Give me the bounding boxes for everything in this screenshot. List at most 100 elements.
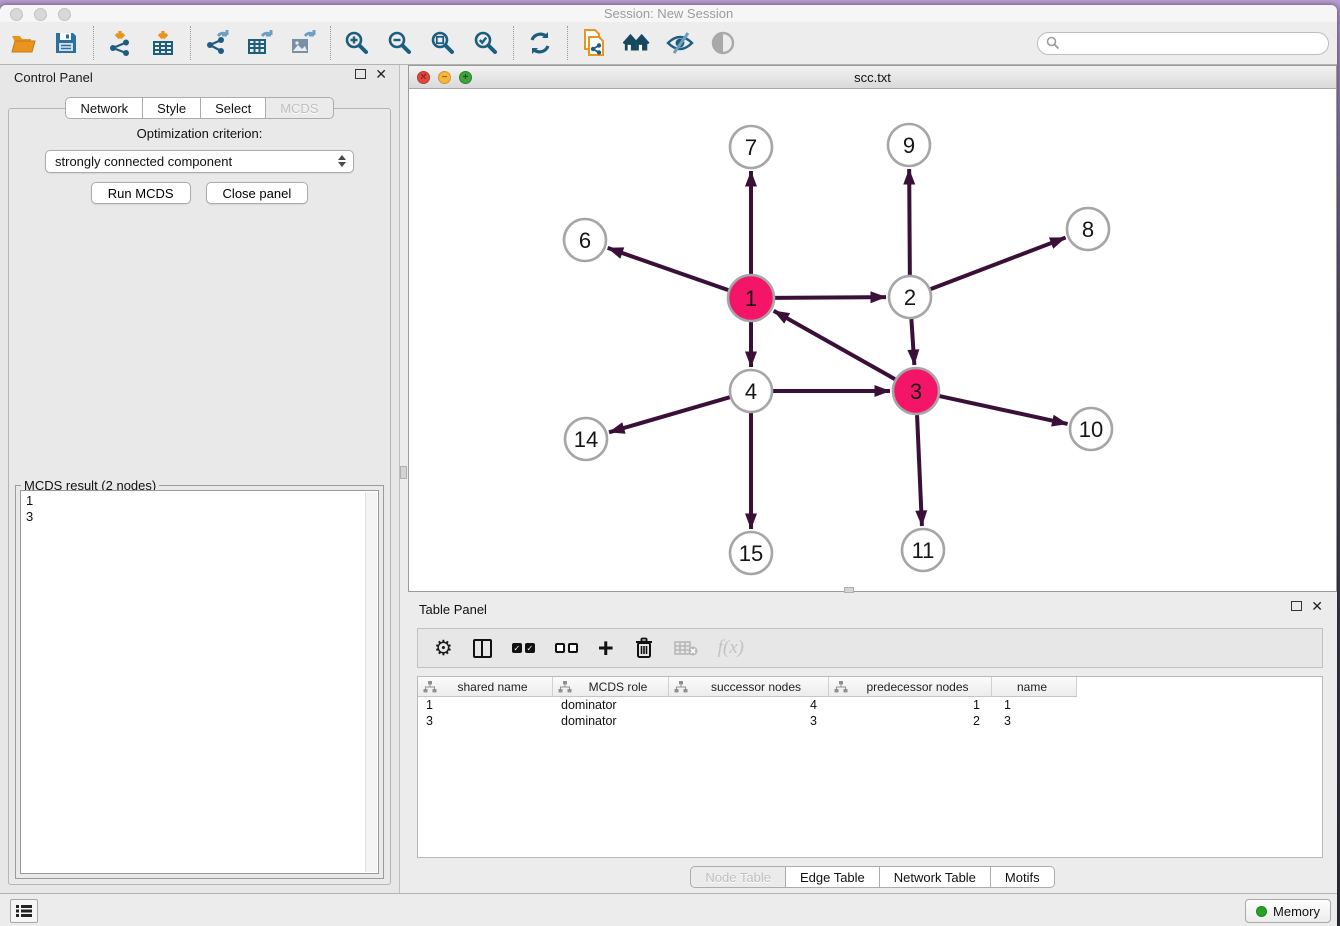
- close-panel-button[interactable]: Close panel: [206, 182, 309, 204]
- network-window-titlebar: ✕ − + scc.txt: [409, 66, 1336, 89]
- table-panel: Table Panel ✕ ⚙ ✓✓ + f(x) shared name: [408, 595, 1337, 893]
- tab-style[interactable]: Style: [143, 97, 201, 119]
- graph-edge-1-2[interactable]: [775, 297, 886, 298]
- table-row[interactable]: 3 dominator 3 2 3: [418, 713, 1322, 729]
- close-panel-icon[interactable]: ✕: [375, 69, 387, 79]
- mcds-result-group: MCDS result (2 nodes) 1 3: [15, 485, 384, 879]
- apply-layout-icon[interactable]: [526, 26, 554, 60]
- zoom-fit-icon[interactable]: [429, 26, 457, 60]
- network-view-window: ✕ − + scc.txt 1234678910111415: [408, 65, 1337, 592]
- export-image-icon[interactable]: [289, 26, 317, 60]
- hierarchy-icon: [834, 681, 848, 693]
- zoom-out-icon[interactable]: [386, 26, 414, 60]
- mcds-tab-content: Optimization criterion: strongly connect…: [8, 108, 391, 885]
- graph-node-label-6: 6: [579, 228, 591, 253]
- toolbar-separator: [567, 26, 568, 60]
- select-all-icon[interactable]: ✓✓: [512, 635, 535, 661]
- open-file-icon[interactable]: [9, 26, 37, 60]
- tab-network[interactable]: Network: [65, 97, 143, 119]
- search-input[interactable]: [1060, 36, 1320, 50]
- deselect-all-icon[interactable]: [555, 635, 578, 661]
- horizontal-splitter-handle[interactable]: [844, 587, 854, 593]
- graph-edge-3-1[interactable]: [774, 311, 895, 379]
- vertical-splitter-handle[interactable]: [400, 466, 407, 479]
- show-columns-icon[interactable]: [473, 635, 492, 661]
- list-icon: [16, 904, 32, 918]
- cell-shared-name: 3: [418, 714, 553, 728]
- optimization-criterion-label: Optimization criterion:: [9, 126, 390, 141]
- network-canvas[interactable]: 1234678910111415: [409, 89, 1336, 591]
- search-icon: [1046, 36, 1060, 50]
- table-row[interactable]: 1 dominator 4 1 1: [418, 697, 1322, 713]
- cell-successor-nodes: 3: [669, 714, 829, 728]
- network-overview-icon[interactable]: [623, 26, 651, 60]
- zoom-in-icon[interactable]: [343, 26, 371, 60]
- dropdown-stepper-icon: [338, 155, 346, 167]
- function-builder-icon: f(x): [718, 635, 744, 661]
- close-table-panel-icon[interactable]: ✕: [1311, 601, 1323, 611]
- memory-status-icon: [1256, 906, 1267, 917]
- status-bar: Memory: [0, 893, 1337, 926]
- export-network-icon[interactable]: [203, 26, 231, 60]
- graph-edge-2-8[interactable]: [931, 238, 1066, 290]
- table-settings-gear-icon[interactable]: ⚙: [434, 635, 453, 661]
- memory-button[interactable]: Memory: [1245, 899, 1331, 923]
- export-table-icon[interactable]: [246, 26, 274, 60]
- column-header-predecessor-nodes[interactable]: predecessor nodes: [829, 677, 992, 697]
- graph-node-label-3: 3: [910, 379, 922, 404]
- graph-node-label-15: 15: [739, 541, 763, 566]
- search-field[interactable]: [1037, 32, 1329, 55]
- cell-predecessor-nodes: 2: [829, 714, 992, 728]
- cell-predecessor-nodes: 1: [829, 698, 992, 712]
- main-toolbar: [0, 22, 1337, 65]
- column-header-mcds-role[interactable]: MCDS role: [553, 677, 669, 697]
- duplicate-network-icon[interactable]: [580, 26, 608, 60]
- tab-select[interactable]: Select: [201, 97, 266, 119]
- column-header-name[interactable]: name: [992, 677, 1077, 697]
- result-scrollbar[interactable]: [365, 492, 377, 872]
- float-panel-icon[interactable]: [355, 69, 366, 79]
- graph-node-label-9: 9: [903, 133, 915, 158]
- application-window: Session: New Session: [0, 5, 1337, 926]
- tab-node-table[interactable]: Node Table: [690, 866, 786, 888]
- hide-graphics-details-icon[interactable]: [666, 26, 694, 60]
- graph-edge-2-9[interactable]: [909, 169, 910, 275]
- graph-edge-2-3[interactable]: [911, 319, 914, 365]
- cell-shared-name: 1: [418, 698, 553, 712]
- float-table-panel-icon[interactable]: [1291, 601, 1302, 611]
- toolbar-separator: [513, 26, 514, 60]
- mcds-result-list[interactable]: 1 3: [20, 490, 379, 874]
- cell-name: 1: [992, 698, 1077, 712]
- save-session-icon[interactable]: [52, 26, 80, 60]
- optimization-criterion-dropdown[interactable]: strongly connected component: [45, 150, 354, 173]
- cell-mcds-role: dominator: [553, 714, 669, 728]
- tab-edge-table[interactable]: Edge Table: [786, 866, 880, 888]
- import-network-icon[interactable]: [106, 26, 134, 60]
- run-mcds-button[interactable]: Run MCDS: [91, 182, 191, 204]
- delete-row-icon[interactable]: [634, 635, 654, 661]
- column-header-shared-name[interactable]: shared name: [418, 677, 553, 697]
- graph-node-label-1: 1: [745, 286, 757, 311]
- import-table-icon[interactable]: [149, 26, 177, 60]
- graph-node-label-14: 14: [574, 427, 598, 452]
- graph-edge-3-11[interactable]: [917, 415, 922, 526]
- hierarchy-icon: [558, 681, 572, 693]
- graph-edge-4-14[interactable]: [609, 397, 730, 432]
- cell-successor-nodes: 4: [669, 698, 829, 712]
- graph-edge-1-6[interactable]: [608, 248, 729, 290]
- zoom-selected-icon[interactable]: [472, 26, 500, 60]
- tab-motifs[interactable]: Motifs: [991, 866, 1055, 888]
- toolbar-separator: [330, 26, 331, 60]
- show-eye-icon[interactable]: [709, 26, 737, 60]
- graph-node-label-11: 11: [912, 538, 935, 563]
- hierarchy-icon: [674, 681, 688, 693]
- task-history-button[interactable]: [10, 899, 38, 923]
- add-row-icon[interactable]: +: [598, 635, 614, 661]
- tab-mcds[interactable]: MCDS: [266, 97, 333, 119]
- column-header-successor-nodes[interactable]: successor nodes: [669, 677, 829, 697]
- mcds-result-item: 3: [26, 509, 378, 525]
- tab-network-table[interactable]: Network Table: [880, 866, 991, 888]
- toolbar-separator: [93, 26, 94, 60]
- graph-edge-3-10[interactable]: [939, 396, 1067, 424]
- network-window-title: scc.txt: [409, 70, 1336, 85]
